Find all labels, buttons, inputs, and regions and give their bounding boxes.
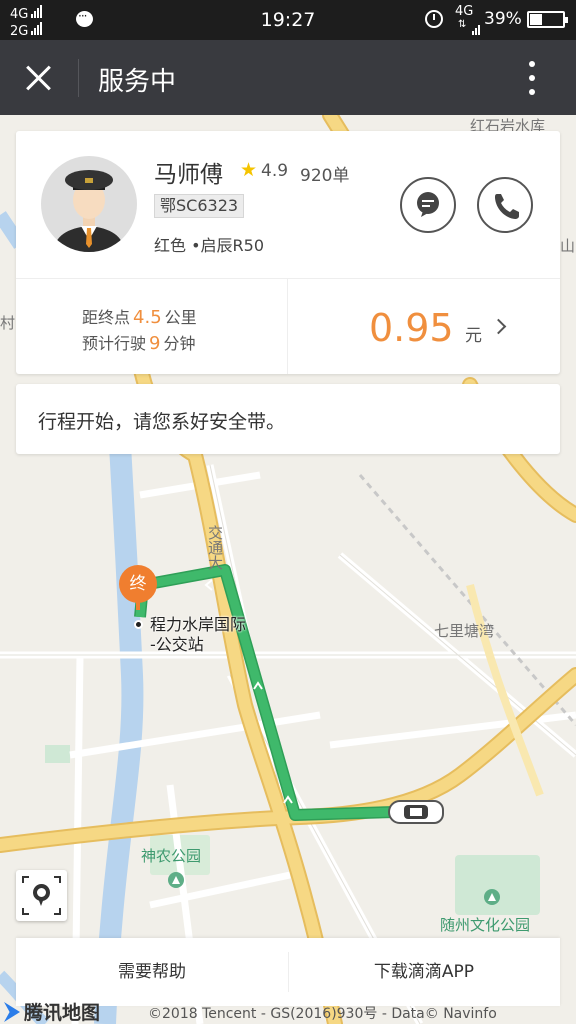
chevron-right-icon[interactable] xyxy=(490,318,507,335)
phone-icon xyxy=(495,194,519,219)
destination-marker[interactable]: 终 xyxy=(119,565,157,603)
bus-stop-label: 程力水岸国际 -公交站 xyxy=(150,615,246,655)
map-copyright: ©2018 Tencent - GS(2016)930号 - Data© Nav… xyxy=(148,1006,497,1022)
eta-label: 预计行驶 xyxy=(82,334,147,353)
fare-unit: 元 xyxy=(465,326,482,346)
car-description: 红色 •启辰R50 xyxy=(154,236,265,255)
distance-unit: 公里 xyxy=(164,308,197,327)
driver-avatar-icon xyxy=(53,170,125,252)
map-label-mountain: 山 xyxy=(560,237,576,255)
eta-unit: 分钟 xyxy=(163,334,196,353)
page-title: 服务中 xyxy=(98,67,177,97)
chat-icon xyxy=(417,192,439,217)
driver-name: 马师傅 xyxy=(154,162,223,188)
map-label-qili: 七里塘湾 xyxy=(434,622,495,640)
locate-button[interactable] xyxy=(16,870,67,921)
star-icon: ★ xyxy=(240,159,258,181)
map-label-road: 交通大 xyxy=(206,525,224,570)
call-driver-button[interactable] xyxy=(477,177,533,233)
nav-bar: 服务中 xyxy=(0,40,576,115)
more-dot-icon xyxy=(529,61,535,67)
bus-stop-label-line1: 程力水岸国际 xyxy=(150,615,247,634)
status-bar: 4G 2G 19:27 4G ⇅ 39% xyxy=(0,0,576,40)
data-arrows-icon: ⇅ xyxy=(458,19,467,30)
map-label-village: 村 xyxy=(0,314,16,332)
battery-level xyxy=(530,14,542,25)
more-menu-button[interactable] xyxy=(520,58,544,98)
help-button[interactable]: 需要帮助 xyxy=(16,938,288,1006)
map-label-shennong-park: 神农公园 xyxy=(141,847,202,865)
eta-remaining: 预计行驶 9 分钟 xyxy=(82,330,195,354)
more-dot-icon xyxy=(529,89,535,95)
location-pin-icon xyxy=(33,884,50,906)
card-divider xyxy=(16,278,560,279)
license-plate: 鄂SC6323 xyxy=(154,194,245,218)
park-icon xyxy=(168,872,184,888)
distance-label: 距终点 xyxy=(82,308,131,327)
driver-avatar xyxy=(41,156,137,252)
tencent-map-logo: 腾讯地图 xyxy=(4,998,100,1024)
driver-card: 马师傅 ★ 4.9 920单 鄂SC6323 红色 •启辰R50 距终点 4.5 公… xyxy=(16,131,560,374)
car-icon xyxy=(388,800,444,824)
bus-stop-label-line2: -公交站 xyxy=(150,635,204,654)
distance-remaining: 距终点 4.5 公里 xyxy=(82,304,197,328)
map-logo-text: 腾讯地图 xyxy=(24,1002,101,1024)
fare-amount[interactable]: 0.95 xyxy=(369,306,454,350)
tencent-map-logo-icon xyxy=(4,1002,20,1022)
driver-order-count: 920单 xyxy=(300,166,350,186)
signal-icon xyxy=(472,16,481,35)
map-label-suizhou-park: 随州文化公园 xyxy=(440,916,531,934)
close-button[interactable] xyxy=(18,58,58,98)
notice-text: 行程开始，请您系好安全带。 xyxy=(38,411,286,433)
more-dot-icon xyxy=(529,75,535,81)
nav-divider xyxy=(78,59,79,97)
network-indicator-right: 4G xyxy=(455,4,474,19)
destination-marker-stem xyxy=(136,600,140,610)
download-app-button[interactable]: 下载滴滴APP xyxy=(288,938,560,1006)
alarm-icon xyxy=(425,10,443,28)
distance-value: 4.5 xyxy=(133,307,162,328)
card-vertical-divider xyxy=(287,279,288,374)
trip-notice: 行程开始，请您系好安全带。 xyxy=(16,384,560,454)
bottom-action-bar: 需要帮助 下载滴滴APP xyxy=(16,938,560,1006)
battery-icon xyxy=(527,11,568,28)
park-icon xyxy=(484,889,500,905)
battery-percent: 39% xyxy=(484,9,522,29)
driver-rating: 4.9 xyxy=(261,161,289,181)
bus-stop-dot-icon xyxy=(134,620,143,629)
eta-value: 9 xyxy=(149,333,161,354)
message-driver-button[interactable] xyxy=(400,177,456,233)
